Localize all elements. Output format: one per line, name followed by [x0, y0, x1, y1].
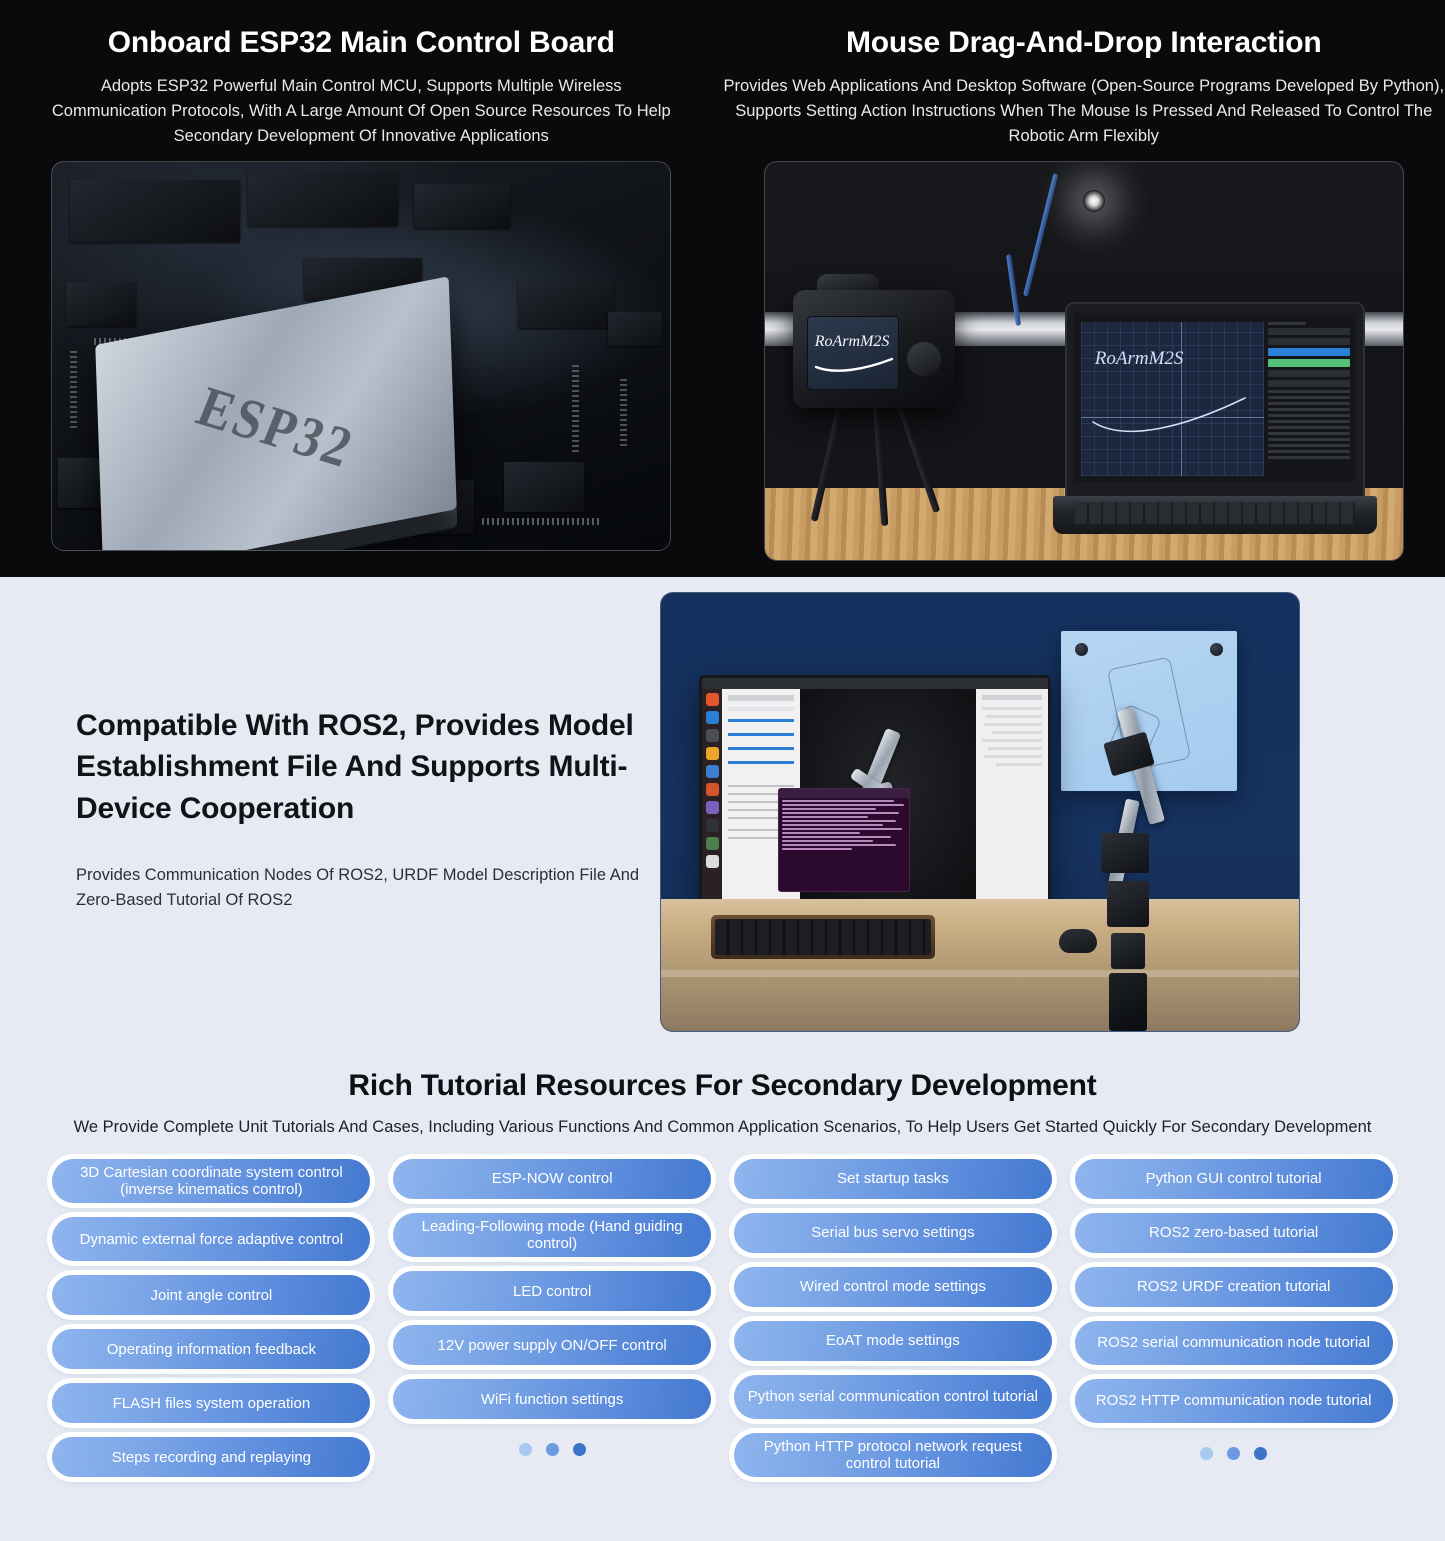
hero-column-esp32: Onboard ESP32 Main Control Board Adopts … [0, 0, 723, 577]
camera-laptop-image: RoArmM2S RoArmM2S [763, 160, 1404, 561]
light-flare-icon [1082, 189, 1105, 212]
ros2-media-wrap [660, 577, 1300, 1032]
tutorial-pill[interactable]: Set startup tasks [733, 1159, 1052, 1199]
tutorial-pill[interactable]: Python HTTP protocol network request con… [733, 1433, 1052, 1478]
tutorial-column-1: 3D Cartesian coordinate system control (… [45, 1159, 378, 1478]
tutorial-column-3: Set startup tasks Serial bus servo settin… [727, 1159, 1060, 1478]
esp32-title: Onboard ESP32 Main Control Board [107, 26, 615, 59]
laptop-canvas-stroke-icon [1091, 396, 1246, 432]
laptop-control-panel [1267, 321, 1350, 476]
ros2-desk-image [660, 592, 1300, 1032]
camera-screen: RoArmM2S [806, 315, 899, 390]
tutorial-pill[interactable]: Wired control mode settings [733, 1267, 1052, 1307]
esp32-board-art: ESP32 [52, 162, 670, 550]
esp32-subtitle: Adopts ESP32 Powerful Main Control MCU, … [51, 76, 671, 145]
carousel-dot-1[interactable] [518, 1443, 532, 1457]
carousel-dot-1[interactable] [1200, 1447, 1214, 1460]
carousel-dot-2[interactable] [545, 1443, 559, 1457]
tutorial-pill[interactable]: Steps recording and replaying [52, 1437, 371, 1478]
robotic-arm-hardware [1095, 701, 1225, 1031]
rviz-3d-view [778, 689, 976, 906]
tutorial-pill[interactable]: Python serial communication control tuto… [733, 1375, 1052, 1419]
laptop-canvas-text: RoArmM2S [1094, 347, 1184, 369]
tutorial-pill[interactable]: 3D Cartesian coordinate system control (… [52, 1159, 371, 1204]
tutorial-column-4: Python GUI control tutorial ROS2 zero-bas… [1067, 1159, 1400, 1477]
tutorial-pill[interactable]: WiFi function settings [393, 1379, 712, 1420]
ubuntu-dock [702, 689, 722, 906]
esp32-chip: ESP32 [95, 276, 458, 550]
tutorial-pill[interactable]: ROS2 serial communication node tutorial [1074, 1321, 1393, 1365]
rviz-displays-panel [976, 689, 1048, 906]
carousel-dot-3[interactable] [1254, 1447, 1268, 1460]
monitor [699, 675, 1051, 919]
studio-scene-art: RoArmM2S RoArmM2S [764, 162, 1403, 560]
esp32-board-image: ESP32 [51, 160, 672, 551]
tutorial-pill[interactable]: Python GUI control tutorial [1074, 1159, 1393, 1199]
laptop-lid: RoArmM2S [1064, 301, 1365, 498]
tutorial-pill[interactable]: FLASH files system operation [52, 1383, 371, 1424]
carousel-dots[interactable] [518, 1443, 586, 1457]
tutorial-pill[interactable]: ROS2 URDF creation tutorial [1074, 1267, 1393, 1307]
laptop-drawing-canvas: RoArmM2S [1080, 321, 1264, 476]
tutorials-subtitle: We Provide Complete Unit Tutorials And C… [73, 1118, 1372, 1136]
tutorials-section: Rich Tutorial Resources For Secondary De… [0, 1062, 1445, 1541]
tutorial-pill[interactable]: Operating information feedback [52, 1329, 371, 1370]
tutorial-column-2: ESP-NOW control Leading-Following mode (H… [386, 1159, 719, 1477]
carousel-dot-3[interactable] [572, 1443, 586, 1457]
tutorial-pill[interactable]: Dynamic external force adaptive control [52, 1217, 371, 1262]
ros2-text-block: Compatible With ROS2, Provides Model Est… [0, 577, 660, 914]
tutorial-pill[interactable]: ROS2 zero-based tutorial [1074, 1213, 1393, 1253]
tutorials-grid: 3D Cartesian coordinate system control (… [0, 1159, 1445, 1478]
camera-screen-stroke-icon [814, 357, 893, 372]
ros2-title: Compatible With ROS2, Provides Model Est… [76, 709, 634, 825]
ros2-desk-art [661, 593, 1299, 1031]
laptop: RoArmM2S [1052, 301, 1377, 534]
tutorial-pill[interactable]: ESP-NOW control [393, 1159, 712, 1199]
hero-column-mouse-drag: Mouse Drag-And-Drop Interaction Provides… [723, 0, 1445, 577]
mouse-drag-subtitle: Provides Web Applications And Desktop So… [723, 76, 1445, 145]
tutorial-pill[interactable]: Joint angle control [52, 1275, 371, 1316]
hero-section: Onboard ESP32 Main Control Board Adopts … [0, 0, 1445, 577]
tutorial-pill[interactable]: EoAT mode settings [733, 1321, 1052, 1361]
mouse-drag-title: Mouse Drag-And-Drop Interaction [846, 26, 1322, 59]
laptop-keyboard [1074, 501, 1355, 524]
terminal-window [778, 788, 910, 892]
tutorial-pill[interactable]: Leading-Following mode (Hand guiding con… [393, 1213, 712, 1258]
monitor-desktop [702, 689, 1048, 906]
carousel-dot-2[interactable] [1227, 1447, 1241, 1460]
monitor-titlebar [702, 678, 1048, 689]
carousel-dots[interactable] [1200, 1447, 1268, 1460]
tutorials-title: Rich Tutorial Resources For Secondary De… [348, 1069, 1097, 1102]
ros2-subtitle: Provides Communication Nodes Of ROS2, UR… [76, 866, 640, 910]
laptop-base [1052, 495, 1377, 534]
camera-body: RoArmM2S [792, 289, 955, 408]
mouse [1059, 929, 1097, 953]
lamp-arm-upper [1022, 172, 1059, 297]
tutorial-pill[interactable]: LED control [393, 1271, 712, 1312]
tutorial-pill[interactable]: ROS2 HTTP communication node tutorial [1074, 1379, 1393, 1423]
laptop-screen: RoArmM2S [1073, 312, 1356, 482]
tutorial-pill[interactable]: 12V power supply ON/OFF control [393, 1325, 712, 1366]
tutorial-pill[interactable]: Serial bus servo settings [733, 1213, 1052, 1253]
ros2-section: Compatible With ROS2, Provides Model Est… [0, 577, 1445, 1062]
keyboard [711, 915, 935, 959]
